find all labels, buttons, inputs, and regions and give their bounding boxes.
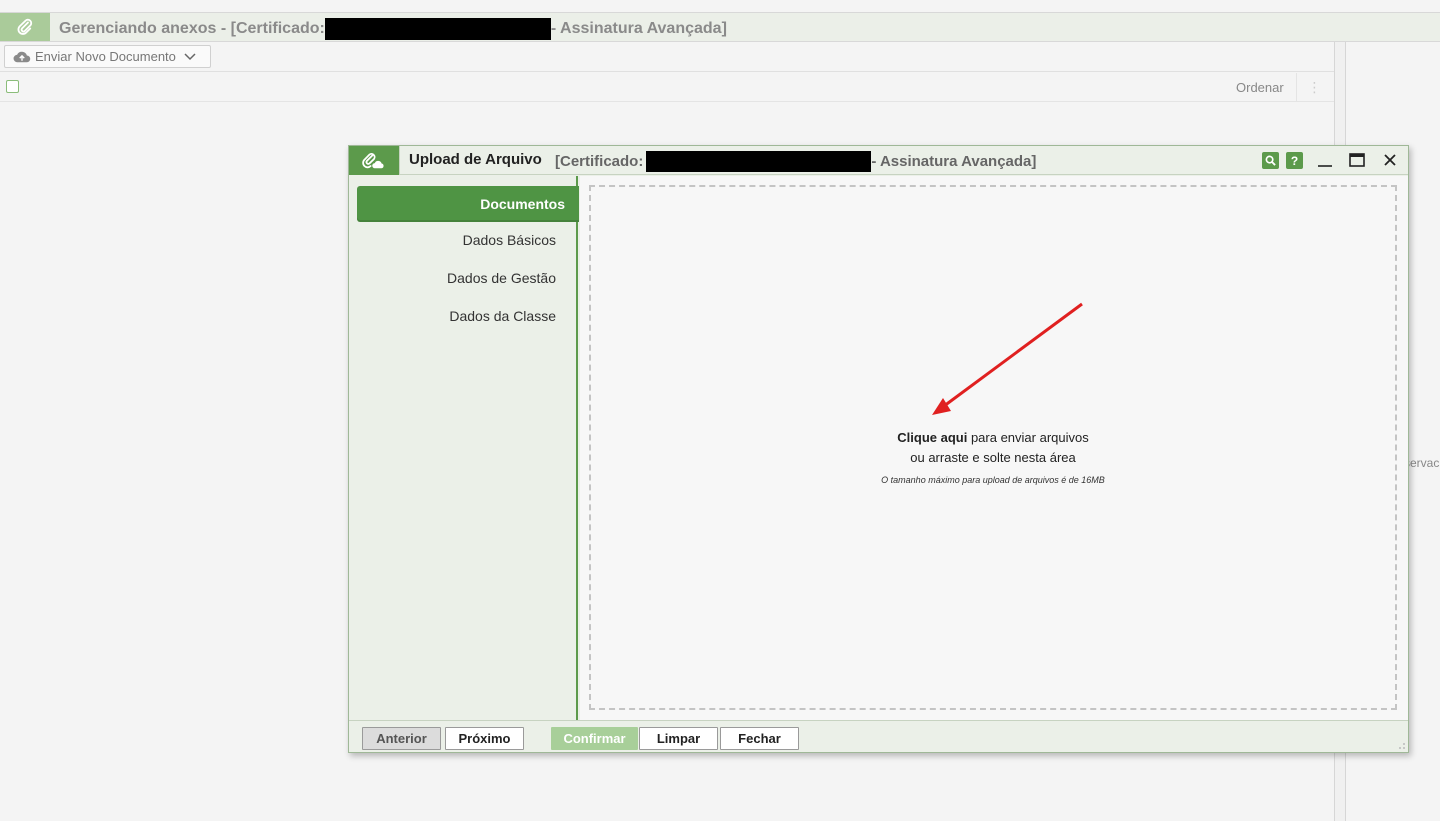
select-all-checkbox[interactable]	[6, 80, 19, 93]
dropzone-secondary-text: ou arraste e solte nesta área	[910, 450, 1076, 465]
resize-grip-icon[interactable]	[1396, 740, 1406, 750]
dialog-sidebar-nav: Documentos Dados Básicos Dados de Gestão…	[349, 176, 579, 720]
sort-button[interactable]: Ordenar	[1236, 80, 1284, 95]
confirm-button[interactable]: Confirmar	[551, 727, 638, 750]
dialog-footer: Anterior Próximo Confirmar Limpar Fechar	[349, 720, 1408, 752]
dialog-subtitle: [Certificado: - Assinatura Avançada]	[555, 151, 1037, 172]
nav-item-documentos[interactable]: Documentos	[357, 186, 579, 222]
annotation-arrow	[932, 302, 1083, 415]
background-window-titlebar: Gerenciando anexos - [Certificado: - Ass…	[0, 12, 1440, 42]
dialog-title: Upload de Arquivo	[409, 151, 542, 168]
nav-item-dados-basicos[interactable]: Dados Básicos	[463, 232, 556, 248]
minimize-icon[interactable]	[1315, 150, 1335, 170]
more-options-icon[interactable]: ⋮	[1296, 73, 1332, 101]
chevron-down-icon	[184, 52, 196, 60]
help-icon[interactable]: ?	[1286, 152, 1303, 169]
close-button[interactable]: Fechar	[720, 727, 799, 750]
clear-button[interactable]: Limpar	[639, 727, 718, 750]
attachments-toolbar: Enviar Novo Documento	[0, 42, 1334, 72]
cloud-upload-icon	[13, 51, 31, 62]
dialog-titlebar[interactable]: Upload de Arquivo [Certificado: - Assina…	[349, 146, 1408, 175]
maximize-icon[interactable]	[1347, 150, 1367, 170]
nav-item-dados-de-gestao[interactable]: Dados de Gestão	[447, 270, 556, 286]
redacted-certificate-name	[324, 18, 551, 40]
dropzone-primary-text: Clique aqui para enviar arquivos	[897, 430, 1089, 445]
attachments-list-header: Ordenar ⋮	[0, 72, 1334, 102]
previous-button[interactable]: Anterior	[362, 727, 441, 750]
next-button[interactable]: Próximo	[445, 727, 524, 750]
background-window-title: Gerenciando anexos - [Certificado: - Ass…	[59, 18, 727, 40]
search-icon[interactable]	[1262, 152, 1279, 169]
dialog-content: Clique aqui para enviar arquivos ou arra…	[580, 176, 1408, 720]
max-size-hint: O tamanho máximo para upload de arquivos…	[881, 475, 1105, 485]
nav-item-dados-da-classe[interactable]: Dados da Classe	[449, 308, 556, 324]
upload-file-dialog: Upload de Arquivo [Certificado: - Assina…	[348, 145, 1409, 753]
paperclip-icon	[0, 13, 50, 41]
partial-side-text: servac	[1404, 456, 1440, 470]
close-icon[interactable]	[1380, 150, 1400, 170]
redacted-certificate-name	[646, 151, 872, 172]
file-dropzone[interactable]: Clique aqui para enviar arquivos ou arra…	[589, 185, 1397, 710]
attachment-upload-icon	[349, 146, 400, 175]
click-here-link[interactable]: Clique aqui	[897, 430, 967, 445]
send-new-document-button[interactable]: Enviar Novo Documento	[4, 45, 211, 68]
